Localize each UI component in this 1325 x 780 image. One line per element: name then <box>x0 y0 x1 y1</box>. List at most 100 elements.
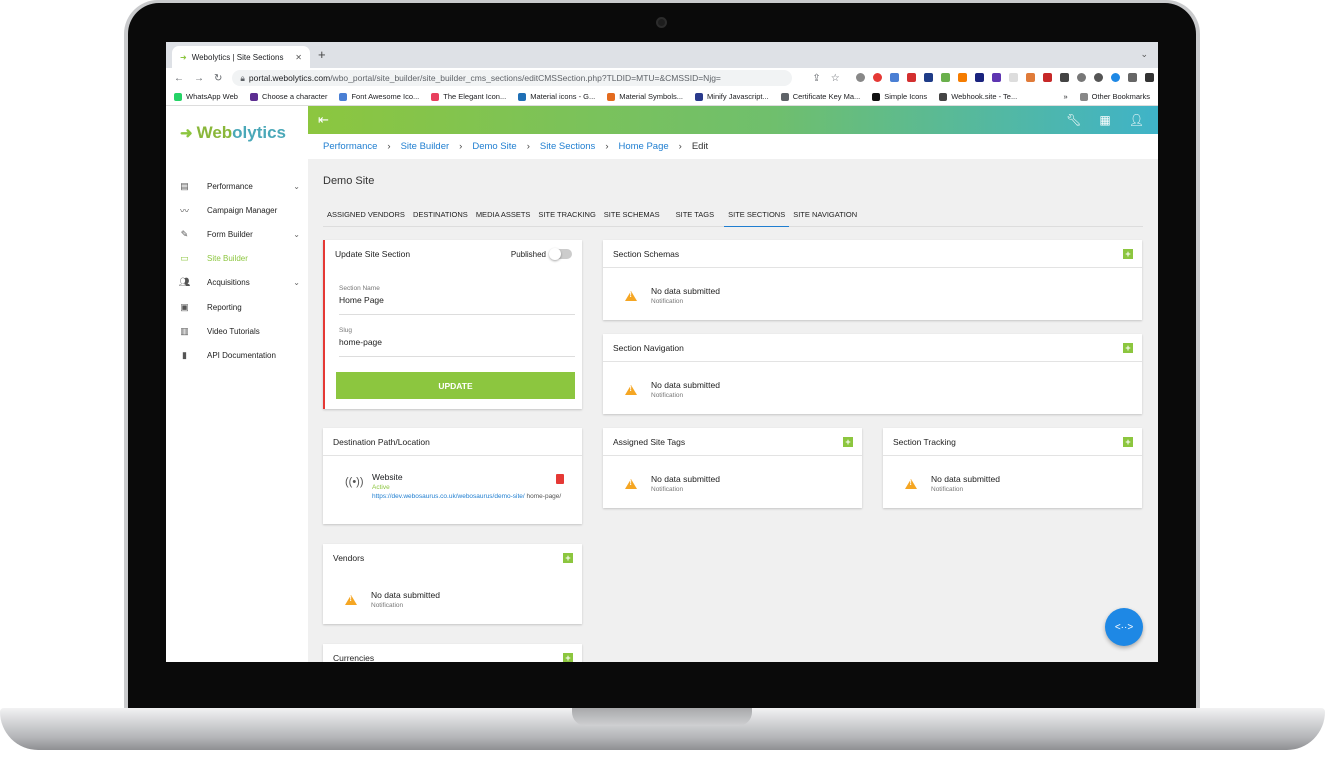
extension-icon[interactable] <box>872 72 882 82</box>
chevron-right-icon: › <box>678 141 682 152</box>
bookmark-item[interactable]: The Elegant Icon... <box>431 92 506 101</box>
star-icon[interactable]: ☆ <box>831 73 840 84</box>
extension-icon[interactable] <box>1093 72 1103 82</box>
published-toggle[interactable] <box>549 248 572 260</box>
puzzle-icon[interactable] <box>1127 72 1137 82</box>
browser-tab[interactable]: ➜ Webolytics | Site Sections ✕ <box>172 46 310 68</box>
code-fab-button[interactable]: <··> <box>1105 608 1143 646</box>
extension-icon[interactable] <box>940 72 950 82</box>
add-icon[interactable]: + <box>563 653 573 662</box>
sidebar-item-reporting[interactable]: ▣ Reporting <box>166 295 308 319</box>
sidebar-item-site-builder[interactable]: ▭ Site Builder <box>166 247 308 271</box>
extension-icon[interactable] <box>974 72 984 82</box>
dashboard-grid-icon[interactable]: ▦ <box>1099 113 1110 127</box>
bookmarks-more[interactable]: » <box>1063 92 1067 101</box>
breadcrumb-link[interactable]: Demo Site <box>472 141 516 152</box>
sidebar-item-acquisitions[interactable]: 👥︎ Acquisitions ⌄ <box>166 271 308 295</box>
extension-icon[interactable] <box>1110 72 1120 82</box>
collapse-sidebar-icon[interactable]: ⇤ <box>318 112 329 128</box>
new-tab-button[interactable]: + <box>318 47 326 62</box>
extension-icon[interactable] <box>855 72 865 82</box>
add-icon[interactable]: + <box>1123 249 1133 259</box>
extension-icon[interactable] <box>889 72 899 82</box>
forward-icon[interactable]: → <box>194 73 204 84</box>
close-tab-icon[interactable]: ✕ <box>295 53 302 62</box>
delete-icon[interactable] <box>556 474 564 484</box>
extension-icon[interactable] <box>1008 72 1018 82</box>
tab-site-sections[interactable]: SITE SECTIONS <box>724 202 790 227</box>
add-icon[interactable]: + <box>1123 343 1133 353</box>
extension-icon[interactable] <box>991 72 1001 82</box>
empty-text: No data submitted <box>651 286 720 296</box>
destination-card: Destination Path/Location ((•)) Website … <box>323 428 582 524</box>
bookmark-icon <box>939 92 948 101</box>
extension-icon[interactable] <box>1025 72 1035 82</box>
extension-icon[interactable] <box>906 72 916 82</box>
other-bookmarks[interactable]: Other Bookmarks <box>1079 92 1150 101</box>
extension-icon[interactable] <box>923 72 933 82</box>
user-icon[interactable]: 👤︎ <box>1129 113 1144 127</box>
sidebar-item-video-tutorials[interactable]: ▥ Video Tutorials <box>166 319 308 343</box>
chevron-down-icon[interactable]: ⌄ <box>293 182 300 191</box>
bookmark-item[interactable]: Material icons - G... <box>518 92 595 101</box>
video-icon: ▥ <box>180 325 189 336</box>
sidebar-item-form-builder[interactable]: ✎ Form Builder ⌄ <box>166 222 308 246</box>
bookmark-icon <box>607 92 616 101</box>
sidepanel-icon[interactable] <box>1144 72 1154 82</box>
slug-field[interactable]: Slug home-page <box>339 327 575 357</box>
bookmark-item[interactable]: Material Symbols... <box>607 92 683 101</box>
sidebar-item-campaign-manager[interactable]: 〰 Campaign Manager <box>166 198 308 222</box>
share-icon[interactable]: ⇪ <box>812 73 820 84</box>
back-icon[interactable]: ← <box>174 73 184 84</box>
url-field[interactable]: 🔒︎ portal.webolytics.com/wbo_portal/site… <box>232 70 793 86</box>
empty-text: No data submitted <box>931 474 1000 484</box>
empty-text: No data submitted <box>371 590 440 600</box>
bookmark-item[interactable]: Simple Icons <box>872 92 927 101</box>
add-icon[interactable]: + <box>1123 437 1133 447</box>
tab-media-assets[interactable]: MEDIA ASSETS <box>472 202 535 227</box>
empty-state: No data submitted Notification <box>345 590 440 609</box>
card-header: Section Navigation + <box>603 334 1142 362</box>
browser-tabstrip: ➜ Webolytics | Site Sections ✕ + ⌄ <box>166 42 1158 68</box>
extension-icon[interactable] <box>957 72 967 82</box>
chevron-down-icon[interactable]: ⌄ <box>293 278 300 287</box>
url-domain: portal.webolytics.com <box>248 73 331 83</box>
tab-site-tracking[interactable]: SITE TRACKING <box>534 202 599 227</box>
destination-link[interactable]: https://dev.webosaurus.co.uk/webosaurus/… <box>372 493 525 500</box>
sidebar-item-api-documentation[interactable]: ▮ API Documentation <box>166 343 308 367</box>
tab-search-icon[interactable]: ⌄ <box>1140 49 1148 60</box>
tab-site-schemas[interactable]: SITE SCHEMAS <box>600 202 664 227</box>
add-icon[interactable]: + <box>563 553 573 563</box>
extension-icon[interactable] <box>1042 72 1052 82</box>
extension-icon[interactable] <box>1059 72 1069 82</box>
breadcrumb-link[interactable]: Performance <box>323 141 377 152</box>
bookmark-item[interactable]: Minify Javascript... <box>695 92 769 101</box>
bookmark-item[interactable]: WhatsApp Web <box>174 92 238 101</box>
update-button[interactable]: UPDATE <box>336 372 575 399</box>
tab-destinations[interactable]: DESTINATIONS <box>409 202 472 227</box>
tab-site-navigation[interactable]: SITE NAVIGATION <box>789 202 861 227</box>
logo[interactable]: ➜ Web olytics <box>180 123 286 143</box>
bookmark-item[interactable]: Choose a character <box>249 92 328 101</box>
card-header: Assigned Site Tags + <box>603 428 862 456</box>
tab-site-tags[interactable]: SITE TAGS <box>672 202 718 227</box>
breadcrumb-link[interactable]: Home Page <box>618 141 668 152</box>
wrench-icon[interactable]: 🔧︎ <box>1066 113 1081 127</box>
bookmark-item[interactable]: Webhook.site - Te... <box>939 92 1017 101</box>
extension-icon[interactable] <box>1076 72 1086 82</box>
section-name-field[interactable]: Section Name Home Page <box>339 285 575 315</box>
bookmark-label: Choose a character <box>261 92 328 101</box>
add-icon[interactable]: + <box>843 437 853 447</box>
tab-assigned-vendors[interactable]: ASSIGNED VENDORS <box>323 202 409 227</box>
sidebar-item-performance[interactable]: ▤ Performance ⌄ <box>166 174 308 198</box>
breadcrumb-link[interactable]: Site Sections <box>540 141 595 152</box>
chevron-right-icon: › <box>387 141 391 152</box>
main-content: ⇤ 🔧︎ ▦ 👤︎ Performance › Site Builder › Demo … <box>308 106 1158 662</box>
dashboard-icon: ▤ <box>180 180 189 191</box>
breadcrumb-link[interactable]: Site Builder <box>401 141 450 152</box>
sidebar: ➜ Web olytics ▤ Performance ⌄ 〰 Campaign Mana… <box>166 106 308 662</box>
bookmark-item[interactable]: Certificate Key Ma... <box>780 92 860 101</box>
chevron-down-icon[interactable]: ⌄ <box>293 230 300 239</box>
bookmark-item[interactable]: Font Awesome Ico... <box>339 92 419 101</box>
reload-icon[interactable]: ↻ <box>214 73 222 84</box>
